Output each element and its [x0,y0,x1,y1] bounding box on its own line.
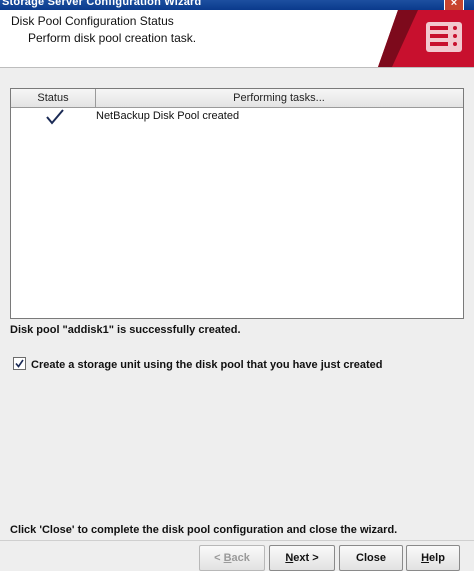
task-label: NetBackup Disk Pool created [96,110,240,122]
checkmark-icon [45,109,65,125]
table-row[interactable]: NetBackup Disk Pool created [11,108,463,126]
checkbox-check-icon [15,359,24,368]
back-button[interactable]: < Back [199,545,265,571]
help-button[interactable]: Help [406,545,460,571]
title-bar[interactable]: Storage Server Configuration Wizard × [0,0,474,10]
close-button[interactable]: Close [339,545,403,571]
window-title: Storage Server Configuration Wizard [2,0,202,8]
column-header-status[interactable]: Status [11,89,96,107]
checkbox-label: Create a storage unit using the disk poo… [31,359,383,371]
column-header-tasks[interactable]: Performing tasks... [96,89,462,107]
create-storage-unit-checkbox[interactable] [13,357,26,370]
window-close-button[interactable]: × [444,0,464,10]
storage-server-logo-icon [378,10,474,67]
wizard-logo [378,10,474,67]
header-subtitle: Perform disk pool creation task. [28,31,197,45]
close-hint: Click 'Close' to complete the disk pool … [10,524,398,536]
header-title: Disk Pool Configuration Status [11,14,174,28]
table-header: Status Performing tasks... [11,89,463,108]
create-storage-unit-checkbox-row[interactable]: Create a storage unit using the disk poo… [13,357,382,371]
next-button[interactable]: Next > [269,545,335,571]
wizard-header: Disk Pool Configuration Status Perform d… [0,10,474,68]
status-message: Disk pool "addisk1" is successfully crea… [10,324,241,336]
button-bar: < Back Next > Close Help [0,540,474,571]
tasks-table[interactable]: Status Performing tasks... NetBackup Dis… [10,88,464,319]
